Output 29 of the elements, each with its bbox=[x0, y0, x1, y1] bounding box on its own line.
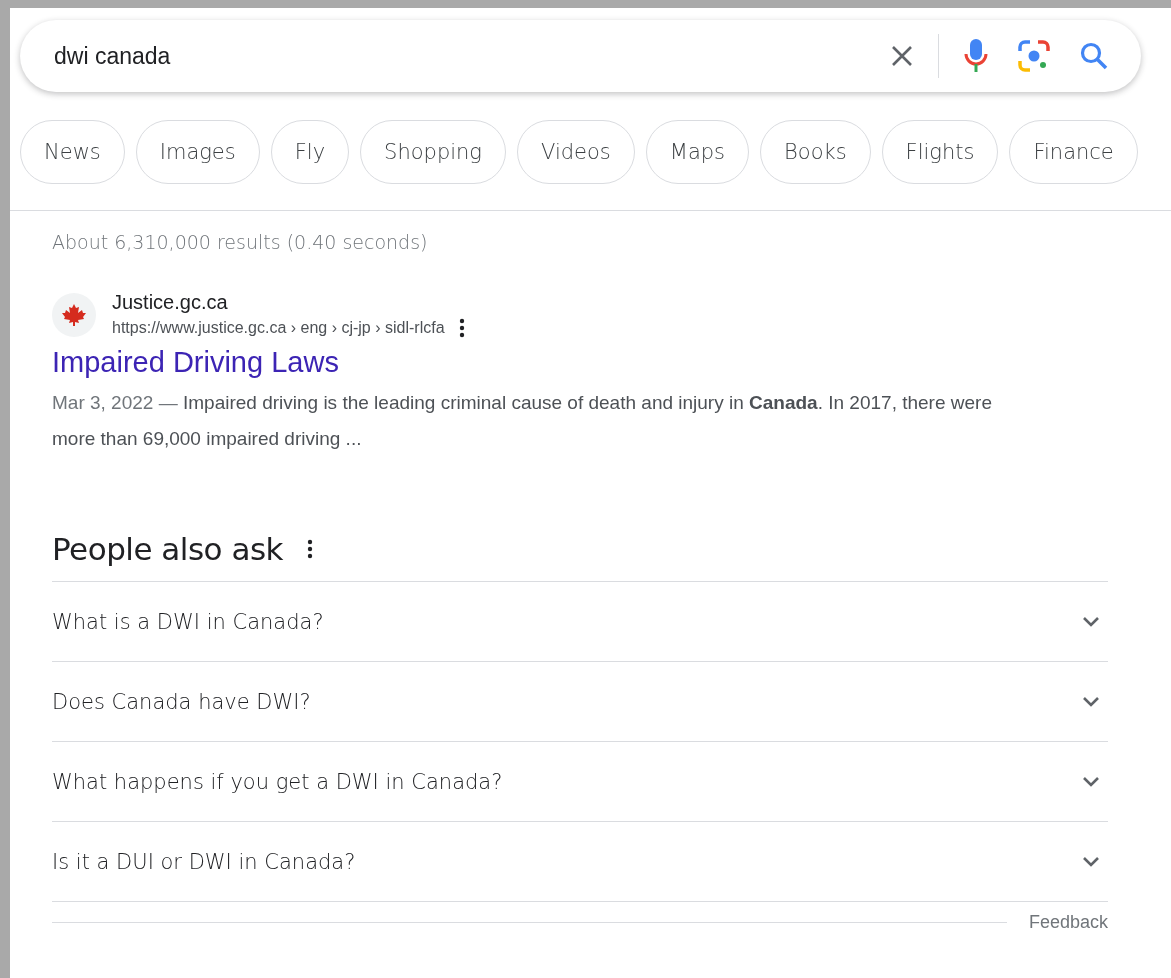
feedback-link[interactable]: Feedback bbox=[1028, 912, 1108, 933]
filter-chip[interactable]: Books bbox=[760, 120, 871, 184]
result-snippet: Mar 3, 2022 — Impaired driving is the leading criminal cause of death and injury in Canada. In 2017, there were more than 69,000 impaired driving ... bbox=[52, 391, 993, 451]
filter-chip[interactable]: Images bbox=[135, 120, 260, 184]
search-bar[interactable]: dwi canada bbox=[20, 20, 1141, 92]
filter-chip[interactable]: Shopping bbox=[360, 120, 506, 184]
question-row[interactable]: Does Canada have DWI? bbox=[52, 661, 1108, 741]
result-url: https://www.justice.gc.ca › eng › cj-jp › sidl-rlcfa bbox=[112, 319, 445, 337]
section-heading: People also ask bbox=[52, 531, 284, 567]
result-title-link[interactable]: Impaired Driving Laws bbox=[52, 346, 339, 379]
filter-chip[interactable]: Videos bbox=[517, 120, 635, 184]
search-icon bbox=[1079, 41, 1109, 71]
filter-chip[interactable]: News bbox=[20, 120, 125, 184]
close-icon bbox=[890, 44, 914, 68]
more-options-icon[interactable] bbox=[458, 318, 465, 338]
search-query: dwi canada bbox=[54, 42, 172, 70]
question-row[interactable]: Is it a DUI or DWI in Canada? bbox=[52, 821, 1108, 901]
filter-chip[interactable]: Flights bbox=[881, 120, 999, 184]
results-count: About 6,310,000 results (0.40 seconds) bbox=[52, 231, 429, 253]
question-row[interactable]: What is a DWI in Canada? bbox=[52, 581, 1108, 661]
filter-chip[interactable]: Fly bbox=[270, 120, 350, 184]
filter-chip[interactable]: Finance bbox=[1009, 120, 1138, 184]
more-options-icon[interactable] bbox=[307, 539, 314, 559]
site-name: Justice.gc.ca bbox=[112, 291, 229, 314]
filter-chip[interactable]: Maps bbox=[645, 120, 750, 184]
camera-lens-icon bbox=[1017, 39, 1051, 73]
maple-leaf-icon bbox=[62, 303, 86, 326]
microphone-icon bbox=[963, 38, 989, 74]
question-row[interactable]: What happens if you get a DWI in Canada? bbox=[52, 741, 1108, 821]
